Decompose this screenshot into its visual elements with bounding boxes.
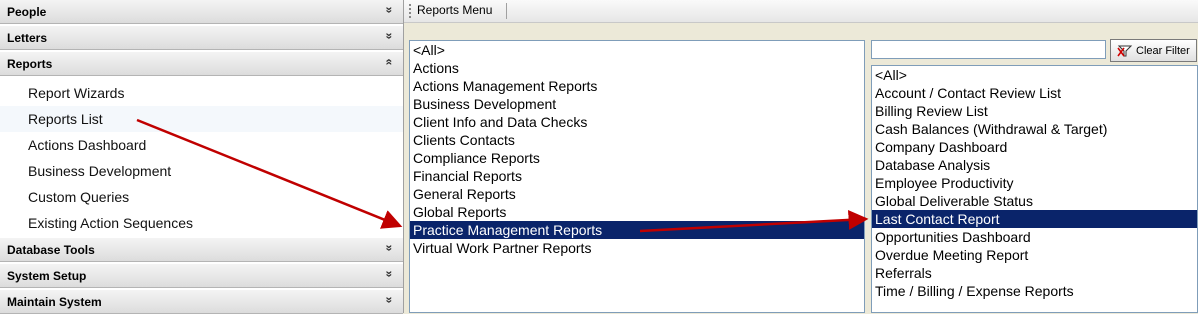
list-item[interactable]: Global Deliverable Status: [872, 192, 1197, 210]
list-item[interactable]: Actions Management Reports: [410, 77, 864, 95]
nav-item-custom-queries[interactable]: Custom Queries: [0, 184, 403, 210]
list-item[interactable]: Practice Management Reports: [410, 221, 864, 239]
list-item[interactable]: Clients Contacts: [410, 131, 864, 149]
list-item[interactable]: <All>: [872, 66, 1197, 84]
section-header-database-tools[interactable]: Database Tools »: [0, 238, 403, 262]
reports-toolbar: Reports Menu: [404, 0, 1198, 23]
section-title: Letters: [7, 31, 48, 45]
list-item[interactable]: Account / Contact Review List: [872, 84, 1197, 102]
toolbar-separator: [506, 3, 507, 19]
collapse-chevron-icon[interactable]: «: [383, 59, 397, 66]
nav-item-existing-action-sequences[interactable]: Existing Action Sequences: [0, 210, 403, 236]
section-header-people[interactable]: People »: [0, 0, 403, 24]
list-item[interactable]: Time / Billing / Expense Reports: [872, 282, 1197, 300]
nav-item-report-wizards[interactable]: Report Wizards: [0, 80, 403, 106]
list-item[interactable]: Cash Balances (Withdrawal & Target): [872, 120, 1197, 138]
list-item[interactable]: Company Dashboard: [872, 138, 1197, 156]
expand-chevron-icon[interactable]: »: [383, 33, 397, 40]
list-item[interactable]: Referrals: [872, 264, 1197, 282]
list-item[interactable]: General Reports: [410, 185, 864, 203]
section-title: People: [7, 5, 47, 19]
nav-item-business-development[interactable]: Business Development: [0, 158, 403, 184]
list-item[interactable]: Business Development: [410, 95, 864, 113]
navigation-panel: People » Letters » Reports « Report Wiza…: [0, 0, 404, 314]
expand-chevron-icon[interactable]: »: [383, 297, 397, 304]
section-header-reports[interactable]: Reports «: [0, 52, 403, 76]
list-item[interactable]: Financial Reports: [410, 167, 864, 185]
section-title: Database Tools: [7, 243, 95, 257]
report-category-list[interactable]: <All> Actions Actions Management Reports Bu…: [409, 40, 865, 313]
app-window: People » Letters » Reports « Report Wiza…: [0, 0, 1198, 314]
list-item[interactable]: Opportunities Dashboard: [872, 228, 1197, 246]
report-filter-input[interactable]: [871, 40, 1106, 59]
toolbar-grip-icon[interactable]: [409, 4, 413, 18]
list-item[interactable]: Global Reports: [410, 203, 864, 221]
list-item[interactable]: Employee Productivity: [872, 174, 1197, 192]
list-item[interactable]: Client Info and Data Checks: [410, 113, 864, 131]
list-item[interactable]: Database Analysis: [872, 156, 1197, 174]
nav-item-reports-list[interactable]: Reports List: [0, 106, 403, 132]
list-item[interactable]: Virtual Work Partner Reports: [410, 239, 864, 257]
reports-menu-button[interactable]: Reports Menu: [417, 3, 492, 17]
expand-chevron-icon[interactable]: »: [383, 245, 397, 252]
expand-chevron-icon[interactable]: »: [383, 271, 397, 278]
section-header-maintain-system[interactable]: Maintain System »: [0, 290, 403, 314]
list-item[interactable]: <All>: [410, 41, 864, 59]
section-header-system-setup[interactable]: System Setup »: [0, 264, 403, 288]
list-item[interactable]: Billing Review List: [872, 102, 1197, 120]
list-item[interactable]: Compliance Reports: [410, 149, 864, 167]
list-item[interactable]: Overdue Meeting Report: [872, 246, 1197, 264]
clear-filter-button[interactable]: Clear Filter: [1110, 39, 1197, 62]
section-header-letters[interactable]: Letters »: [0, 26, 403, 50]
list-item[interactable]: Actions: [410, 59, 864, 77]
section-title: Maintain System: [7, 295, 102, 309]
reports-panel: Reports Menu <All> Actions Actions Managem…: [404, 0, 1198, 313]
list-item[interactable]: Last Contact Report: [872, 210, 1197, 228]
section-title: Reports: [7, 57, 53, 71]
nav-item-actions-dashboard[interactable]: Actions Dashboard: [0, 132, 403, 158]
expand-chevron-icon[interactable]: »: [383, 7, 397, 14]
section-title: System Setup: [7, 269, 87, 283]
filter-clear-icon: [1117, 45, 1133, 57]
report-list[interactable]: <All> Account / Contact Review List Billin…: [871, 65, 1198, 313]
clear-filter-label: Clear Filter: [1136, 45, 1190, 57]
